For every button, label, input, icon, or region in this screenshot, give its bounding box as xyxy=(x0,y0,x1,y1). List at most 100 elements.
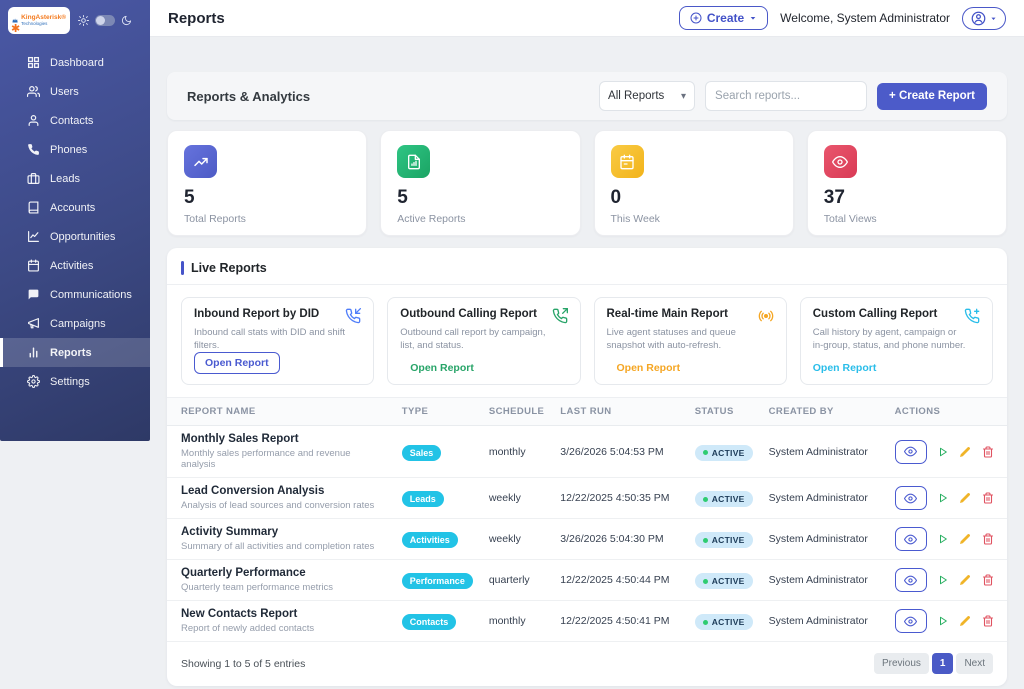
column-header: TYPE xyxy=(394,398,481,426)
column-header: ACTIONS xyxy=(887,398,1007,426)
trend-chart-icon xyxy=(27,230,40,243)
run-report-button[interactable] xyxy=(938,447,948,457)
eye-icon xyxy=(904,615,917,628)
open-report-link[interactable]: Open Report xyxy=(813,362,877,374)
edit-report-button[interactable] xyxy=(959,446,971,458)
sidebar-item-accounts[interactable]: Accounts xyxy=(0,193,150,222)
sidebar-item-phones[interactable]: Phones xyxy=(0,135,150,164)
reports-toolbar: Reports & Analytics All Reports ▾ + Crea… xyxy=(167,72,1007,120)
edit-report-button[interactable] xyxy=(959,492,971,504)
sidebar-item-label: Campaigns xyxy=(50,318,106,330)
trash-icon xyxy=(982,533,994,545)
last-run-cell: 3/26/2026 5:04:30 PM xyxy=(552,519,686,560)
main-content: Reports & Analytics All Reports ▾ + Crea… xyxy=(150,37,1024,686)
open-report-link[interactable]: Open Report xyxy=(410,362,474,374)
schedule-cell: monthly xyxy=(481,601,552,642)
play-icon xyxy=(938,534,948,544)
status-dot xyxy=(703,450,708,455)
sidebar-item-users[interactable]: Users xyxy=(0,77,150,106)
sidebar-item-dashboard[interactable]: Dashboard xyxy=(0,48,150,77)
column-header: SCHEDULE xyxy=(481,398,552,426)
delete-report-button[interactable] xyxy=(982,615,994,627)
column-header: CREATED BY xyxy=(761,398,887,426)
broadcast-icon xyxy=(758,308,774,324)
status-dot xyxy=(703,497,708,502)
delete-report-button[interactable] xyxy=(982,533,994,545)
view-report-button[interactable] xyxy=(895,609,927,633)
contact-icon xyxy=(27,114,40,127)
pagination-previous-button[interactable]: Previous xyxy=(874,653,929,674)
sidebar-item-label: Users xyxy=(50,86,79,98)
toggle-knob xyxy=(96,16,105,25)
report-description: Report of newly added contacts xyxy=(181,623,386,634)
pagination-page-1-button[interactable]: 1 xyxy=(932,653,954,674)
status-badge: ACTIVE xyxy=(695,573,753,589)
schedule-cell: monthly xyxy=(481,426,552,478)
report-filter-select[interactable]: All Reports ▾ xyxy=(599,81,695,111)
open-report-link[interactable]: Open Report xyxy=(617,362,681,374)
pagination-next-button[interactable]: Next xyxy=(956,653,993,674)
chevron-down-icon: ▾ xyxy=(681,91,686,102)
sidebar-nav: Dashboard Users Contacts Phones Leads Ac… xyxy=(0,48,150,396)
column-header: STATUS xyxy=(687,398,761,426)
edit-report-button[interactable] xyxy=(959,574,971,586)
eye-icon xyxy=(904,445,917,458)
delete-report-button[interactable] xyxy=(982,492,994,504)
sidebar-item-opportunities[interactable]: Opportunities xyxy=(0,222,150,251)
sidebar-item-campaigns[interactable]: Campaigns xyxy=(0,309,150,338)
run-report-button[interactable] xyxy=(938,534,948,544)
pencil-icon xyxy=(959,533,971,545)
live-card-description: Inbound call stats with DID and shift fi… xyxy=(194,327,348,353)
view-report-button[interactable] xyxy=(895,527,927,551)
create-button-label: Create xyxy=(707,11,744,25)
create-button[interactable]: Create xyxy=(679,6,768,30)
search-reports-input[interactable] xyxy=(705,81,867,111)
edit-report-button[interactable] xyxy=(959,533,971,545)
sidebar-item-communications[interactable]: Communications xyxy=(0,280,150,309)
delete-report-button[interactable] xyxy=(982,574,994,586)
run-report-button[interactable] xyxy=(938,493,948,503)
open-report-button[interactable]: Open Report xyxy=(194,352,280,374)
table-row: New Contacts Report Report of newly adde… xyxy=(167,601,1007,642)
report-name: Quarterly Performance xyxy=(181,567,386,579)
run-report-button[interactable] xyxy=(938,616,948,626)
reports-table: REPORT NAME TYPE SCHEDULE LAST RUN STATU… xyxy=(167,397,1007,641)
sidebar-item-label: Phones xyxy=(50,144,87,156)
chevron-down-icon xyxy=(749,14,757,22)
sidebar-item-settings[interactable]: Settings xyxy=(0,367,150,396)
phone-outgoing-icon xyxy=(552,308,568,324)
run-report-button[interactable] xyxy=(938,575,948,585)
delete-report-button[interactable] xyxy=(982,446,994,458)
create-report-button[interactable]: + Create Report xyxy=(877,83,987,110)
phone-incoming-icon xyxy=(345,308,361,324)
user-menu-button[interactable] xyxy=(962,7,1006,30)
theme-toggle[interactable] xyxy=(95,15,115,26)
report-description: Summary of all activities and completion… xyxy=(181,541,386,552)
live-reports-title: Live Reports xyxy=(191,261,267,275)
sidebar-item-label: Opportunities xyxy=(50,231,115,243)
created-by-cell: System Administrator xyxy=(761,426,887,478)
sidebar-item-contacts[interactable]: Contacts xyxy=(0,106,150,135)
phone-icon xyxy=(27,143,40,156)
live-card-title: Real-time Main Report xyxy=(607,308,728,320)
line-chart-icon xyxy=(184,145,217,178)
sidebar-item-reports[interactable]: Reports xyxy=(0,338,150,367)
type-badge: Activities xyxy=(402,532,458,548)
report-description: Quarterly team performance metrics xyxy=(181,582,386,593)
view-report-button[interactable] xyxy=(895,440,927,464)
pagination: Previous 1 Next xyxy=(874,653,993,674)
users-icon xyxy=(27,85,40,98)
edit-report-button[interactable] xyxy=(959,615,971,627)
sidebar: ✱ KingAsterisk® Technologies Dashboard U… xyxy=(0,0,150,441)
sidebar-item-activities[interactable]: Activities xyxy=(0,251,150,280)
live-card-title: Custom Calling Report xyxy=(813,308,938,320)
view-report-button[interactable] xyxy=(895,486,927,510)
view-report-button[interactable] xyxy=(895,568,927,592)
play-icon xyxy=(938,575,948,585)
pencil-icon xyxy=(959,446,971,458)
pencil-icon xyxy=(959,574,971,586)
sidebar-item-label: Leads xyxy=(50,173,80,185)
sidebar-item-leads[interactable]: Leads xyxy=(0,164,150,193)
created-by-cell: System Administrator xyxy=(761,560,887,601)
table-row: Lead Conversion Analysis Analysis of lea… xyxy=(167,478,1007,519)
